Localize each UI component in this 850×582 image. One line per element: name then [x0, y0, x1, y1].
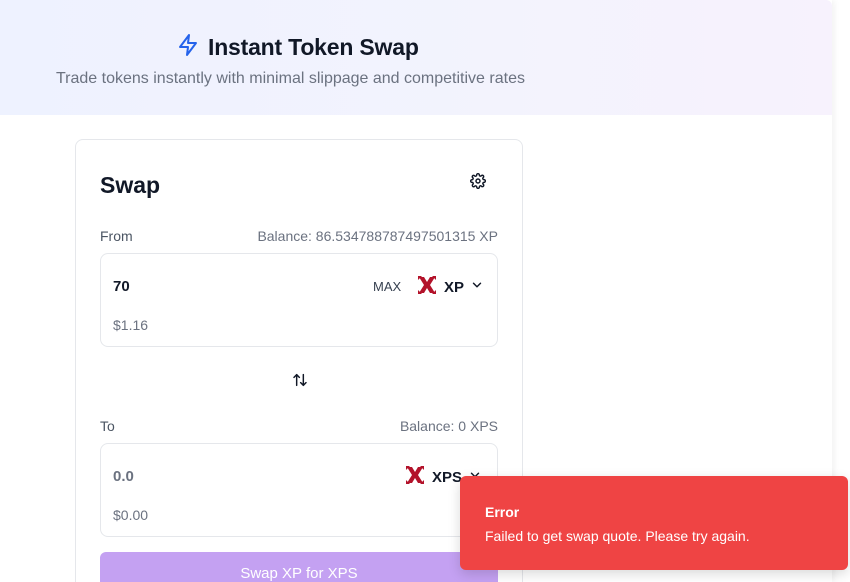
max-button[interactable]: MAX: [373, 279, 401, 294]
settings-button[interactable]: [469, 172, 487, 194]
from-balance: Balance: 86.534788787497501315 XP: [257, 228, 498, 244]
error-toast[interactable]: Error Failed to get swap quote. Please t…: [460, 476, 848, 570]
from-token-symbol: XP: [444, 278, 465, 296]
switch-direction-button[interactable]: [289, 371, 311, 393]
page-subtitle: Trade tokens instantly with minimal slip…: [56, 70, 525, 87]
toast-title: Error: [485, 504, 520, 520]
from-usd-value: $1.16: [113, 317, 149, 333]
swap-submit-button[interactable]: Swap XP for XPS: [100, 552, 498, 582]
gear-icon: [469, 172, 487, 194]
chevron-down-icon: [470, 278, 484, 297]
swap-arrows-icon: [292, 372, 308, 393]
to-token-box: XPS $0.00: [100, 443, 498, 537]
swap-card-title: Swap: [100, 172, 161, 198]
to-balance: Balance: 0 XPS: [399, 418, 498, 434]
swap-card: Swap From Balance: 86.534788787497501315…: [75, 139, 523, 582]
to-label-row: To Balance: 0 XPS: [100, 418, 498, 434]
from-label-row: From Balance: 86.534788787497501315 XP: [100, 228, 498, 244]
to-token-symbol: XPS: [432, 468, 463, 486]
from-token-select[interactable]: XP: [416, 274, 484, 300]
from-token-box: MAX XP $1.16: [100, 253, 498, 347]
to-label: To: [100, 418, 115, 434]
to-usd-value: $0.00: [113, 507, 149, 523]
from-label: From: [100, 228, 133, 244]
page-header: Instant Token Swap Trade tokens instantl…: [0, 0, 832, 115]
toast-message: Failed to get swap quote. Please try aga…: [485, 528, 750, 544]
title-row: Instant Token Swap: [176, 31, 419, 63]
to-amount-input[interactable]: [113, 468, 313, 485]
from-amount-input[interactable]: [113, 278, 313, 295]
token-x-logo-icon: [416, 274, 438, 301]
lightning-icon: [176, 33, 200, 62]
token-x-logo-icon: [404, 464, 426, 491]
page-title: Instant Token Swap: [208, 33, 419, 60]
